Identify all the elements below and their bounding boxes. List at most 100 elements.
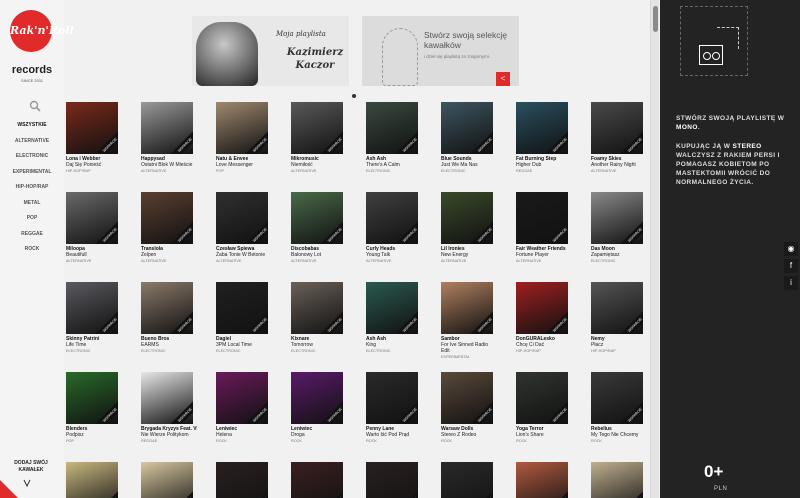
album-cover[interactable]: WSPARCIE — [441, 462, 493, 498]
album-card[interactable]: WSPARCIE Foamy Skies Another Rainy Night AL… — [591, 102, 647, 174]
album-cover[interactable]: WSPARCIE — [366, 372, 418, 424]
album-cover[interactable]: WSPARCIE — [516, 102, 568, 154]
album-cover[interactable]: WSPARCIE — [66, 102, 118, 154]
genre-filter-alternative[interactable]: ALTERNATIVE — [0, 134, 64, 150]
album-card[interactable]: WSPARCIE Curly Heads Young Talk ALTERNATIVE — [366, 192, 422, 264]
album-card[interactable]: WSPARCIE Bueno Bros EARMS ELECTRONIC — [141, 282, 197, 354]
album-card[interactable]: WSPARCIE — [216, 462, 272, 498]
album-cover[interactable]: WSPARCIE — [591, 282, 643, 334]
album-card[interactable]: WSPARCIEBrygada Kryzys Feat. Vienio i Pe… — [141, 372, 197, 444]
genre-filter-electronic[interactable]: ELECTRONIC — [0, 149, 64, 165]
mono-playlist-drop-zone[interactable] — [680, 6, 748, 76]
album-card[interactable]: WSPARCIE Discobabas Balonowy Lot ALTERNATIV… — [291, 192, 347, 264]
album-cover[interactable]: WSPARCIE — [591, 192, 643, 244]
album-card[interactable]: WSPARCIE Das Moon Zapamiętasz ELECTRONIC — [591, 192, 647, 264]
album-cover[interactable]: WSPARCIE — [291, 282, 343, 334]
album-card[interactable]: WSPARCIE DonGURALesko Chcę Ci Dać HIP-HOP/R… — [516, 282, 572, 354]
album-card[interactable]: WSPARCIE Miloopa Beautifull ALTERNATIVE — [66, 192, 122, 264]
album-cover[interactable]: WSPARCIE — [66, 462, 118, 498]
album-card[interactable]: WSPARCIE Nemy Płacz HIP-HOP/RAP — [591, 282, 647, 354]
album-cover[interactable]: WSPARCIE — [141, 282, 193, 334]
album-card[interactable]: WSPARCIE Czesław Śpiewa Żaba Tonie W Beton… — [216, 192, 272, 264]
album-cover[interactable]: WSPARCIE — [441, 192, 493, 244]
genre-filter-reggae[interactable]: REGGAE — [0, 227, 64, 243]
album-cover[interactable]: WSPARCIE — [591, 372, 643, 424]
facebook-icon[interactable]: f — [784, 259, 798, 273]
album-card[interactable]: WSPARCIE Translola Zelpen ALTERNATIVE — [141, 192, 197, 264]
album-card[interactable]: WSPARCIE Lil Ironies New Energy ALTERNATIVE — [441, 192, 497, 264]
album-card[interactable]: WSPARCIE Blue Sounds Just We Ma Nas ELECTRO… — [441, 102, 497, 174]
album-card[interactable]: WSPARCIE Ash Ash King ELECTRONIC — [366, 282, 422, 354]
album-card[interactable]: WSPARCIE Rebelius My Tego Nie Chcemy ROCK — [591, 372, 647, 444]
album-card[interactable]: WSPARCIE Penny Lane Warto Iść Pod Prąd ROCK — [366, 372, 422, 444]
album-cover[interactable]: WSPARCIE — [66, 192, 118, 244]
album-card[interactable]: WSPARCIE — [441, 462, 497, 498]
dot-icon[interactable]: ◉ — [784, 242, 798, 256]
scrollbar[interactable] — [650, 0, 659, 498]
scrollbar-thumb[interactable] — [653, 6, 658, 32]
album-card[interactable]: WSPARCIE Sambor For Ive Sinned Radio Edit E… — [441, 282, 497, 360]
album-card[interactable]: WSPARCIE Warsaw Dolls Stereo Z Rodeo ROCK — [441, 372, 497, 444]
album-cover[interactable]: WSPARCIE — [141, 192, 193, 244]
album-card[interactable]: WSPARCIE Blenders Podpisz POP — [66, 372, 122, 444]
album-cover[interactable]: WSPARCIE — [216, 372, 268, 424]
album-cover[interactable]: WSPARCIE — [216, 102, 268, 154]
album-cover[interactable]: WSPARCIE — [291, 102, 343, 154]
album-cover[interactable]: WSPARCIE — [291, 462, 343, 498]
album-cover[interactable]: WSPARCIE — [291, 372, 343, 424]
genre-filter-rock[interactable]: ROCK — [0, 242, 64, 258]
album-card[interactable]: WSPARCIE Kixnare Tomorrow ELECTRONIC — [291, 282, 347, 354]
album-cover[interactable]: WSPARCIE — [591, 102, 643, 154]
album-cover[interactable]: WSPARCIE — [591, 462, 643, 498]
genre-filter-experimental[interactable]: EXPERIMENTAL — [0, 165, 64, 181]
album-cover[interactable]: WSPARCIE — [141, 462, 193, 498]
logo[interactable]: Rak'n'Roll records SINCE 2011 — [8, 10, 74, 88]
album-cover[interactable]: WSPARCIE — [366, 282, 418, 334]
corner-flag[interactable] — [0, 480, 18, 498]
album-cover[interactable]: WSPARCIE — [441, 372, 493, 424]
album-card[interactable]: WSPARCIE Skinny Patrini Life Time ELECTRONI… — [66, 282, 122, 354]
album-cover[interactable]: WSPARCIE — [216, 282, 268, 334]
share-icon[interactable]: < — [496, 72, 510, 86]
album-cover[interactable]: WSPARCIE — [66, 282, 118, 334]
genre-filter-pop[interactable]: POP — [0, 211, 64, 227]
album-cover[interactable]: WSPARCIE — [66, 372, 118, 424]
album-card[interactable]: WSPARCIE Natu & Envee Love Messenger POP — [216, 102, 272, 174]
album-cover[interactable]: WSPARCIE — [216, 462, 268, 498]
album-card[interactable]: WSPARCIE — [591, 462, 647, 498]
album-cover[interactable]: WSPARCIE — [291, 192, 343, 244]
genre-filter-all[interactable]: WSZYSTKIE — [0, 118, 64, 134]
genre-filter-metal[interactable]: METAL — [0, 196, 64, 212]
album-cover[interactable]: WSPARCIE — [441, 102, 493, 154]
album-cover[interactable]: WSPARCIE — [366, 102, 418, 154]
album-card[interactable]: WSPARCIE Ash Ash There's A Calm ELECTRONIC — [366, 102, 422, 174]
album-card[interactable]: WSPARCIE Leniwiec Droga ROCK — [291, 372, 347, 444]
album-cover[interactable]: WSPARCIE — [366, 192, 418, 244]
album-card[interactable]: WSPARCIE Mikromusic Niemiłość ALTERNATIVE — [291, 102, 347, 174]
album-card[interactable]: WSPARCIE Fat Burning Step Higher Dub REGGAE — [516, 102, 572, 174]
album-card[interactable]: WSPARCIE Fair Weather Friends Fortune Play… — [516, 192, 572, 264]
album-card[interactable]: WSPARCIE — [291, 462, 347, 498]
album-card[interactable]: WSPARCIE Yoga Terror Lion's Share ROCK — [516, 372, 572, 444]
album-cover[interactable]: WSPARCIE — [516, 462, 568, 498]
album-cover[interactable]: WSPARCIE — [141, 372, 193, 424]
album-card[interactable]: WSPARCIE — [516, 462, 572, 498]
album-cover[interactable]: WSPARCIE — [516, 282, 568, 334]
album-cover[interactable]: WSPARCIE — [141, 102, 193, 154]
album-card[interactable]: WSPARCIE — [366, 462, 422, 498]
featured-playlist-banner[interactable]: Moja playlista Kazimierz Kaczor — [192, 16, 349, 86]
carousel-dot[interactable] — [352, 94, 358, 100]
album-cover[interactable]: WSPARCIE — [216, 192, 268, 244]
album-cover[interactable]: WSPARCIE — [516, 372, 568, 424]
add-track-link[interactable]: DODAJ SWÓJ KAWAŁEK — [6, 460, 56, 474]
album-card[interactable]: WSPARCIE Happysad Ostatni Blok W Mieście AL… — [141, 102, 197, 174]
album-cover[interactable]: WSPARCIE — [441, 282, 493, 334]
album-card[interactable]: WSPARCIE Leniwiec Helena ROCK — [216, 372, 272, 444]
album-card[interactable]: WSPARCIE Dagiel 3PM Local Time ELECTRONIC — [216, 282, 272, 354]
search-icon[interactable] — [29, 100, 41, 112]
genre-filter-hiphop[interactable]: HIP-HOP/RAP — [0, 180, 64, 196]
album-card[interactable]: WSPARCIE Lona i Webber Daj Się Ponieść HIP-… — [66, 102, 122, 174]
info-icon[interactable]: i — [784, 276, 798, 290]
album-cover[interactable]: WSPARCIE — [516, 192, 568, 244]
album-card[interactable]: WSPARCIE — [141, 462, 197, 498]
